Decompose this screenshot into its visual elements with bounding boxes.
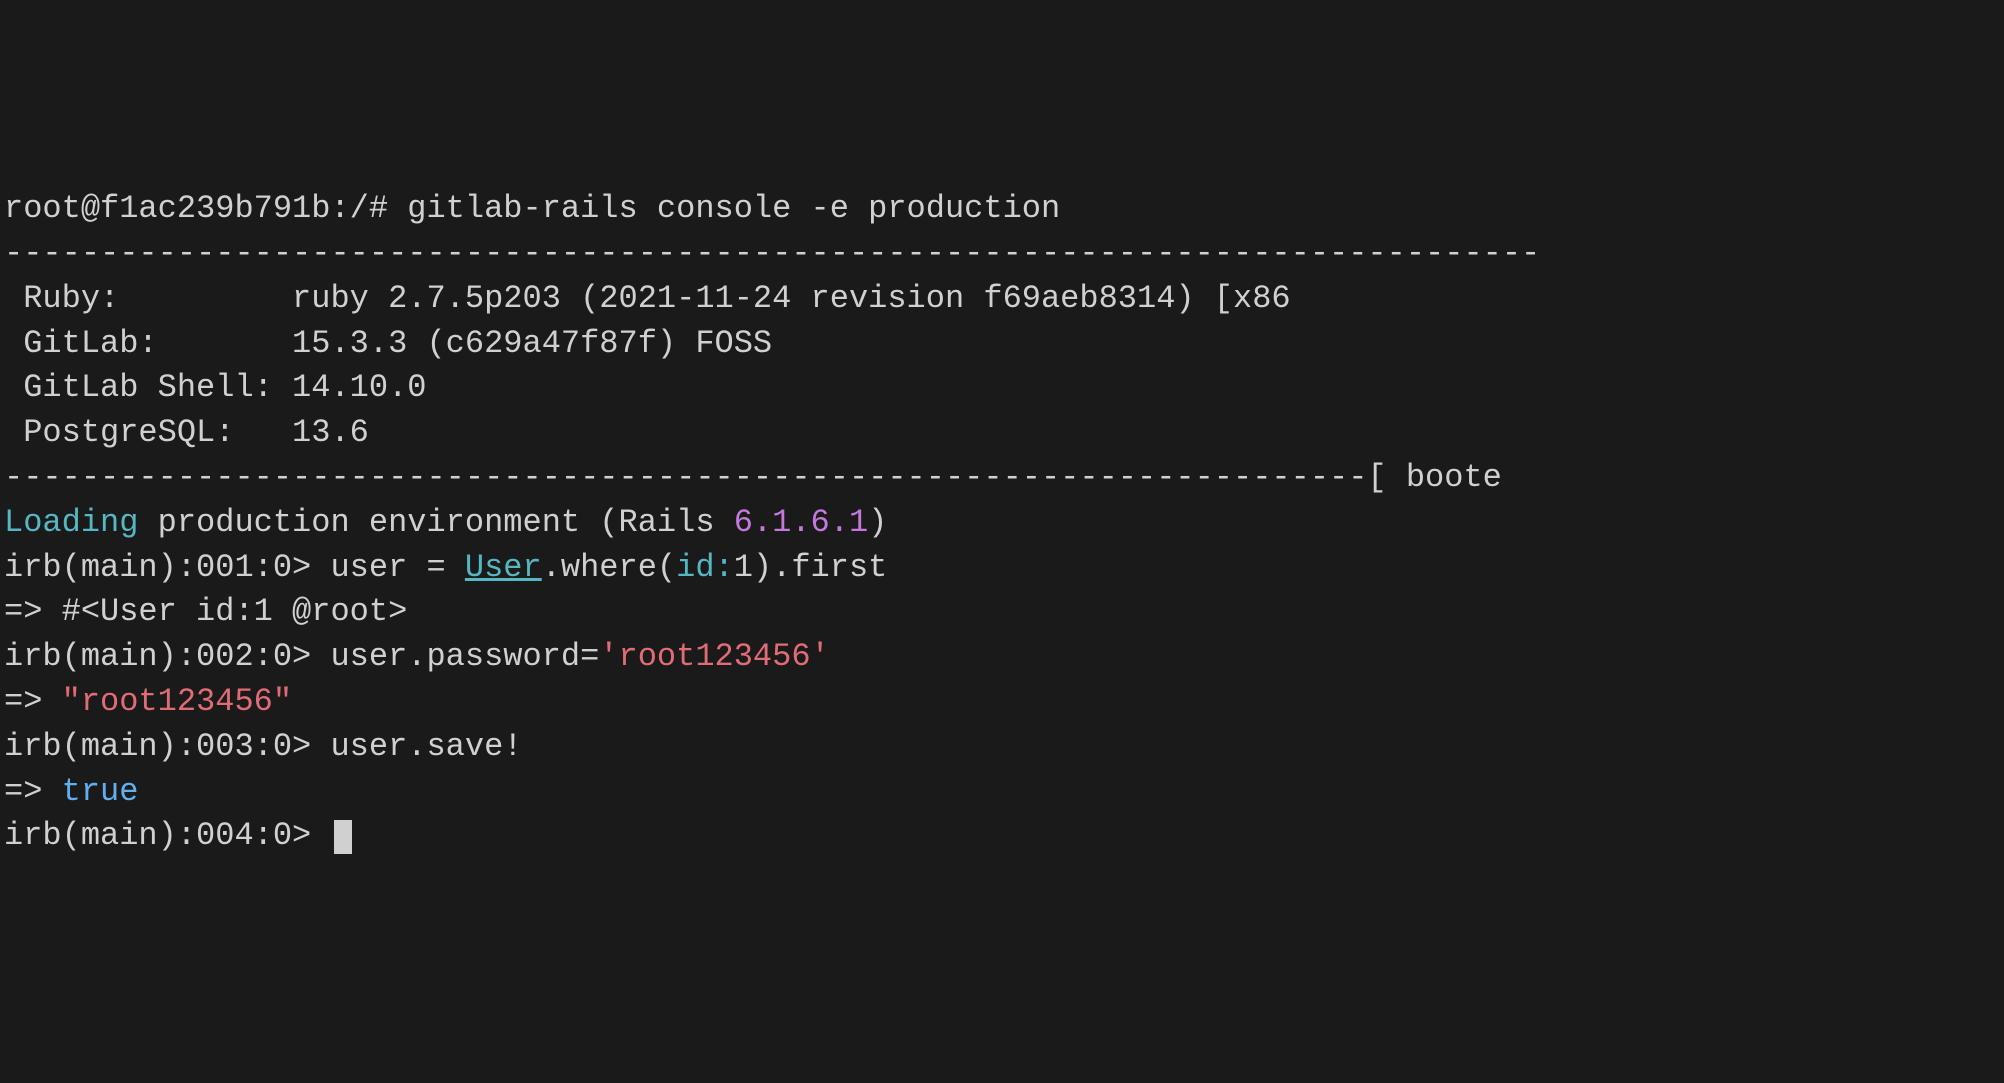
irb-line-1: irb(main):001:0> user = User.where(id:1)… xyxy=(4,546,2004,591)
user-class: User xyxy=(465,549,542,586)
shell-path: :/# xyxy=(330,190,407,227)
ruby-info-line: Ruby: ruby 2.7.5p203 (2021-11-24 revisio… xyxy=(4,277,2004,322)
gitlab-label: GitLab: xyxy=(4,325,292,362)
irb3-cmd: user.save! xyxy=(330,728,522,765)
terminal-output[interactable]: root@f1ac239b791b:/# gitlab-rails consol… xyxy=(4,187,2004,859)
loading-word: Loading xyxy=(4,504,138,541)
irb1-part2: .where( xyxy=(542,549,676,586)
loading-line: Loading production environment (Rails 6.… xyxy=(4,501,2004,546)
divider-top: ----------------------------------------… xyxy=(4,232,2004,277)
cursor-icon xyxy=(334,820,352,854)
result-line-3: => true xyxy=(4,770,2004,815)
postgresql-info-line: PostgreSQL: 13.6 xyxy=(4,411,2004,456)
shell-user-host: root@f1ac239b791b xyxy=(4,190,330,227)
rails-version: 6.1.6.1 xyxy=(734,504,868,541)
shell-command: gitlab-rails console -e production xyxy=(407,190,1060,227)
gitlab-value: 15.3.3 (c629a47f87f) FOSS xyxy=(292,325,772,362)
id-key: id: xyxy=(676,549,734,586)
result3-true: true xyxy=(62,773,139,810)
irb-prompt-3: irb(main):003:0> xyxy=(4,728,330,765)
password-string: 'root123456' xyxy=(599,638,829,675)
shell-prompt-line: root@f1ac239b791b:/# gitlab-rails consol… xyxy=(4,187,2004,232)
shell-value: 14.10.0 xyxy=(292,369,426,406)
shell-label: GitLab Shell: xyxy=(4,369,292,406)
result-line-1: => #<User id:1 @root> xyxy=(4,590,2004,635)
pg-value: 13.6 xyxy=(292,414,369,451)
result2-arrow: => xyxy=(4,683,62,720)
ruby-label: Ruby: xyxy=(4,280,292,317)
irb-prompt-2: irb(main):002:0> xyxy=(4,638,330,675)
irb1-part3: 1).first xyxy=(734,549,888,586)
irb1-part1: user = xyxy=(330,549,464,586)
irb-line-2: irb(main):002:0> user.password='root1234… xyxy=(4,635,2004,680)
loading-text-1: production environment (Rails xyxy=(138,504,733,541)
irb-line-3: irb(main):003:0> user.save! xyxy=(4,725,2004,770)
gitlab-shell-info-line: GitLab Shell: 14.10.0 xyxy=(4,366,2004,411)
gitlab-info-line: GitLab: 15.3.3 (c629a47f87f) FOSS xyxy=(4,322,2004,367)
ruby-value: ruby 2.7.5p203 (2021-11-24 revision f69a… xyxy=(292,280,1291,317)
irb-prompt-1: irb(main):001:0> xyxy=(4,549,330,586)
irb-prompt-4: irb(main):004:0> xyxy=(4,817,330,854)
result2-string: "root123456" xyxy=(62,683,292,720)
pg-label: PostgreSQL: xyxy=(4,414,292,451)
result-line-2: => "root123456" xyxy=(4,680,2004,725)
result3-arrow: => xyxy=(4,773,62,810)
irb2-part1: user.password= xyxy=(330,638,599,675)
loading-text-2: ) xyxy=(868,504,887,541)
irb-line-4[interactable]: irb(main):004:0> xyxy=(4,814,2004,859)
divider-bottom: ----------------------------------------… xyxy=(4,456,2004,501)
